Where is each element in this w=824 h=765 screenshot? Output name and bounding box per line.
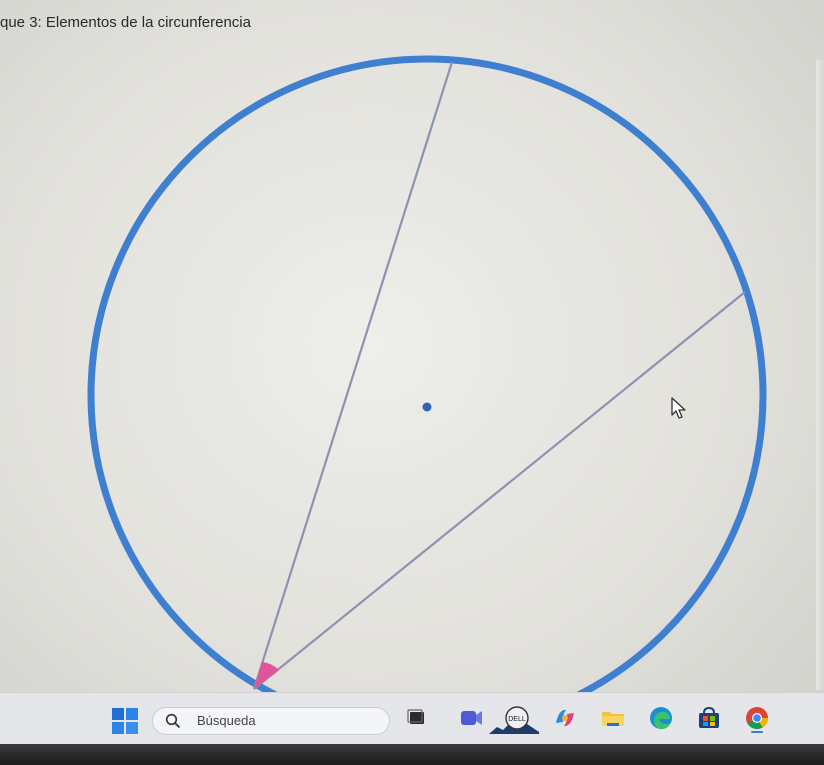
circumference[interactable] [87,55,767,692]
copilot-icon[interactable] [550,703,580,733]
store-icon[interactable] [694,703,724,733]
taskbar-search-box[interactable]: Búsqueda [152,707,539,735]
edge-browser-icon[interactable] [646,703,676,733]
monitor-bezel [0,744,824,765]
search-placeholder: Búsqueda [197,713,256,728]
chord-top[interactable] [252,61,454,690]
geometry-canvas[interactable] [0,0,824,692]
search-icon [165,713,181,729]
taskbar: Búsqueda DELL [0,692,824,745]
file-explorer-icon[interactable] [598,703,628,733]
windows-start-icon[interactable] [111,707,139,735]
dell-icon[interactable]: DELL [502,703,532,733]
video-call-icon[interactable] [456,703,486,733]
svg-text:DELL: DELL [508,716,526,723]
task-view-icon[interactable] [402,703,432,733]
mouse-cursor-icon [671,397,686,419]
chrome-browser-icon[interactable] [742,703,772,733]
center-point[interactable] [422,402,432,412]
